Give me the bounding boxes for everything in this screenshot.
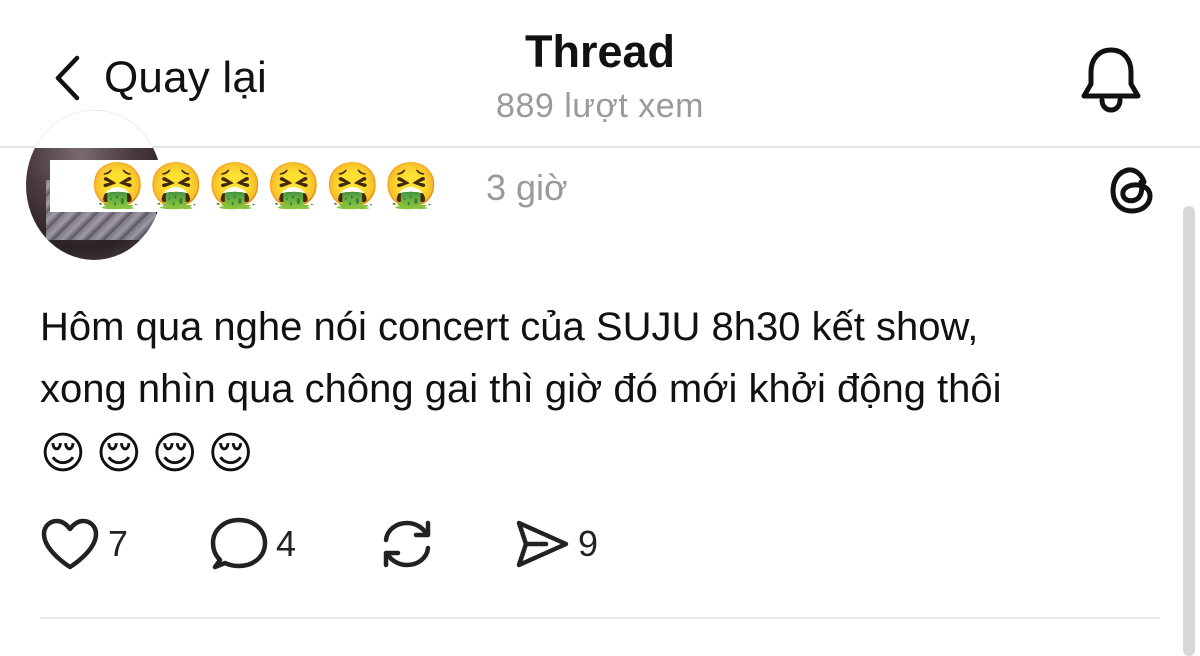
like-button[interactable]: 7 (40, 514, 128, 574)
title-block: Thread 889 lượt xem (400, 24, 800, 128)
chevron-left-icon (52, 54, 82, 102)
scrollbar[interactable] (1183, 206, 1195, 656)
threads-logo-icon (1106, 167, 1158, 220)
reply-button[interactable]: 4 (210, 514, 296, 574)
thread-screen: Quay lại Thread 889 lượt xem 🤮🤮🤮🤮🤮🤮 3 gi… (0, 0, 1200, 656)
post-text-line: xong nhìn qua chông gai thì giờ đó mới k… (40, 367, 1002, 411)
post-text-line: Hôm qua nghe nói concert của SUJU 8h30 k… (40, 305, 979, 349)
back-label: Quay lại (104, 53, 268, 102)
post-timestamp: 3 giờ (486, 167, 568, 208)
heart-icon (40, 517, 100, 571)
comment-icon (210, 516, 268, 572)
header-divider (0, 146, 1200, 148)
repost-button[interactable] (378, 514, 436, 574)
post-emoji: 😌😌😌😌 (40, 428, 264, 479)
send-icon (514, 517, 570, 571)
reply-count: 4 (276, 523, 297, 564)
view-count: 889 lượt xem (496, 87, 704, 125)
post-actions: 7 4 9 (40, 514, 740, 574)
share-count: 9 (578, 523, 599, 564)
bell-icon (1078, 47, 1144, 120)
post-text: Hôm qua nghe nói concert của SUJU 8h30 k… (40, 296, 1170, 420)
back-button[interactable]: Quay lại (52, 50, 267, 106)
top-nav-bar: Quay lại Thread 889 lượt xem (0, 0, 1200, 147)
share-button[interactable]: 9 (514, 514, 598, 574)
threads-logo-button[interactable] (1106, 164, 1158, 216)
repost-icon (378, 516, 436, 572)
username[interactable]: 🤮🤮🤮🤮🤮🤮 (90, 160, 443, 212)
like-count: 7 (108, 523, 129, 564)
notifications-button[interactable] (1078, 44, 1144, 116)
page-title: Thread (524, 26, 676, 77)
post-divider (40, 617, 1160, 619)
